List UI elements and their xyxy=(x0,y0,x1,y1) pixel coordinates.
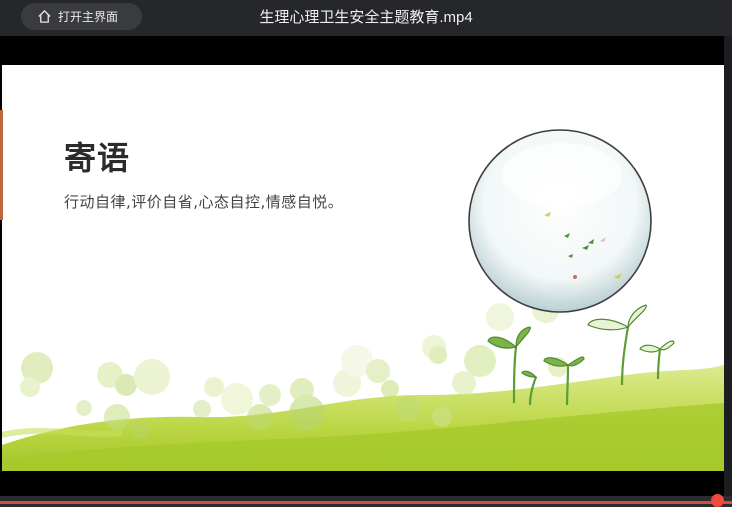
title-bar: 打开主界面 生理心理卫生安全主题教育.mp4 xyxy=(0,0,732,36)
progress-bar[interactable] xyxy=(0,501,732,504)
window-title: 生理心理卫生安全主题教育.mp4 xyxy=(259,9,473,26)
slide-text-line: 行动自律,评价自省,心态自控,情感自悦。 xyxy=(64,193,344,211)
slide-heading: 寄语 xyxy=(64,139,131,177)
left-edge-strip xyxy=(0,110,3,220)
video-area[interactable]: 寄语 行动自律,评价自省,心态自控,情感自悦。 xyxy=(0,36,732,496)
video-frame: 寄语 行动自律,评价自省,心态自控,情感自悦。 xyxy=(2,65,724,471)
slide-artwork xyxy=(2,129,724,471)
right-edge-strip xyxy=(724,36,732,496)
progress-knob[interactable] xyxy=(711,494,724,507)
